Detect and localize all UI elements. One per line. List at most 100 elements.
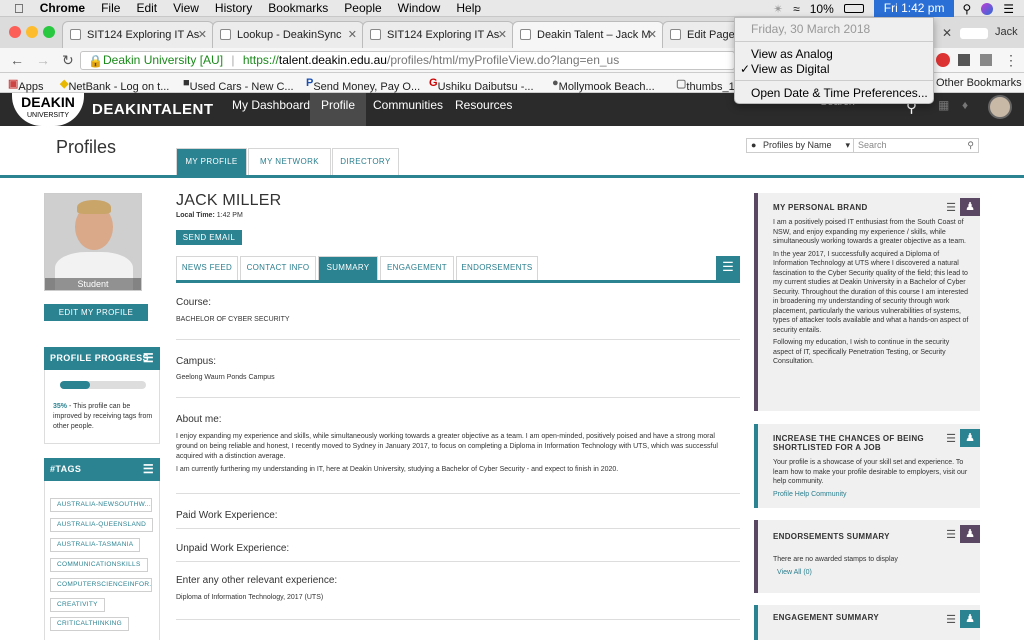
menu-item-digital[interactable]: View as Digital bbox=[751, 62, 829, 76]
tag-item[interactable]: CREATIVITY bbox=[50, 598, 105, 612]
user-avatar[interactable] bbox=[988, 95, 1012, 119]
close-window-icon[interactable] bbox=[9, 26, 21, 38]
menu-item-analog[interactable]: View as Analog bbox=[751, 47, 833, 61]
menu-history[interactable]: History bbox=[215, 1, 252, 15]
menu-view[interactable]: View bbox=[173, 1, 199, 15]
person-icon[interactable]: ♟ bbox=[960, 429, 980, 447]
send-email-button[interactable]: SEND EMAIL bbox=[176, 230, 242, 245]
bookmark-item[interactable]: ▢ thumbs_1 bbox=[676, 77, 735, 93]
tab-my-profile[interactable]: MY PROFILE bbox=[176, 148, 247, 176]
bluetooth-icon[interactable]: ✴ bbox=[773, 2, 783, 16]
nav-communities[interactable]: Communities bbox=[362, 93, 454, 126]
menubar-clock[interactable]: Fri 1:42 pm bbox=[873, 0, 955, 17]
menu-item-preferences[interactable]: Open Date & Time Preferences... bbox=[751, 86, 928, 100]
menu-icon[interactable]: ☰ bbox=[946, 201, 956, 214]
tab-summary[interactable]: SUMMARY bbox=[318, 256, 378, 280]
browser-profile-name[interactable]: Jack bbox=[995, 26, 1018, 38]
nav-my-dashboard[interactable]: My Dashboard bbox=[221, 93, 321, 126]
tag-item[interactable]: CRITICALTHINKING bbox=[50, 617, 129, 631]
maximize-window-icon[interactable] bbox=[43, 26, 55, 38]
person-icon[interactable]: ♟ bbox=[960, 525, 980, 543]
menu-icon[interactable]: ☰ bbox=[143, 458, 154, 481]
menu-help[interactable]: Help bbox=[456, 1, 481, 15]
browser-tab[interactable]: SIT124 Exploring IT As ✕ bbox=[62, 21, 214, 48]
person-icon[interactable]: ♟ bbox=[960, 198, 980, 216]
tab-news-feed[interactable]: NEWS FEED bbox=[176, 256, 238, 280]
tab-close-icon[interactable]: ✕ bbox=[198, 28, 207, 41]
siri-icon[interactable] bbox=[981, 2, 994, 15]
tab-close-icon[interactable]: ✕ bbox=[348, 28, 357, 41]
edit-profile-button[interactable]: EDIT MY PROFILE bbox=[44, 304, 148, 321]
browser-tab[interactable]: Lookup - DeakinSync ✕ bbox=[212, 21, 364, 48]
tag-item[interactable]: COMMUNICATIONSKILLS bbox=[50, 558, 148, 572]
endorsements-card: ENDORSEMENTS SUMMARY ☰ ♟ There are no aw… bbox=[754, 520, 980, 593]
bookmark-item[interactable]: ◆ NetBank - Log on t... bbox=[60, 77, 169, 93]
menu-file[interactable]: File bbox=[101, 1, 120, 15]
bell-icon[interactable]: ♦ bbox=[962, 98, 968, 112]
tab-close-icon[interactable]: ✕ bbox=[648, 28, 657, 41]
tag-item[interactable]: COMPUTERSCIENCEINFOR... bbox=[50, 578, 152, 592]
menu-window[interactable]: Window bbox=[398, 1, 441, 15]
hair-shape bbox=[77, 200, 111, 214]
profile-help-community-link[interactable]: Profile Help Community bbox=[773, 491, 847, 498]
tag-item[interactable]: AUSTRALIA-QUEENSLAND bbox=[50, 518, 154, 532]
tab-my-network[interactable]: MY NETWORK bbox=[248, 148, 331, 176]
more-menu-icon[interactable]: ⋮ bbox=[1004, 52, 1018, 69]
menu-app-name[interactable]: Chrome bbox=[40, 1, 85, 15]
address-bar[interactable]: 🔒 Deakin University [AU] | https://talen… bbox=[80, 51, 735, 70]
person-icon[interactable]: ♟ bbox=[960, 610, 980, 628]
browser-tab[interactable]: SIT124 Exploring IT As ✕ bbox=[362, 21, 514, 48]
browser-tab-active[interactable]: Deakin Talent – Jack M ✕ bbox=[512, 21, 664, 48]
bookmark-item[interactable]: ● Mollymook Beach... bbox=[552, 77, 655, 93]
back-icon[interactable]: ← bbox=[10, 52, 24, 68]
profile-search-input[interactable]: Search ⚲ bbox=[853, 138, 979, 153]
menu-icon[interactable]: ☰ bbox=[946, 613, 956, 626]
apps-grid-icon[interactable]: ▦ bbox=[938, 98, 949, 112]
menu-icon[interactable]: ☰ bbox=[716, 256, 740, 280]
extension-icon[interactable] bbox=[958, 54, 970, 66]
menu-icon[interactable]: ☰ bbox=[946, 432, 956, 445]
menu-bookmarks[interactable]: Bookmarks bbox=[268, 1, 328, 15]
bookmark-other[interactable]: Other Bookmarks bbox=[936, 77, 1022, 89]
menu-edit[interactable]: Edit bbox=[136, 1, 157, 15]
about-heading: About me: bbox=[176, 414, 222, 425]
notification-center-icon[interactable]: ☰ bbox=[1003, 2, 1014, 16]
progress-bar bbox=[60, 381, 91, 389]
menu-people[interactable]: People bbox=[344, 1, 381, 15]
site-brand[interactable]: DEAKINTALENT bbox=[92, 101, 214, 118]
tab-close-icon[interactable]: ✕ bbox=[498, 28, 507, 41]
tab-directory[interactable]: DIRECTORY bbox=[332, 148, 399, 176]
tag-item[interactable]: AUSTRALIA-NEWSOUTHW... bbox=[50, 498, 152, 512]
browser-tab[interactable]: Edit Page bbox=[662, 21, 742, 48]
tab-close-icon[interactable]: ✕ bbox=[942, 26, 952, 40]
minimize-window-icon[interactable] bbox=[26, 26, 38, 38]
tab-endorsements[interactable]: ENDORSEMENTS bbox=[456, 256, 538, 280]
extension-icon[interactable] bbox=[936, 53, 950, 67]
bookmark-item[interactable]: ■ Used Cars - New C... bbox=[183, 77, 294, 93]
battery-percent[interactable]: 10% bbox=[810, 2, 834, 16]
apple-icon[interactable]:  bbox=[14, 1, 24, 16]
nav-resources[interactable]: Resources bbox=[444, 93, 523, 126]
battery-icon[interactable] bbox=[843, 4, 864, 13]
forward-icon[interactable]: → bbox=[36, 52, 50, 68]
bookmark-item[interactable]: P Send Money, Pay O... bbox=[306, 77, 420, 93]
nav-profile[interactable]: Profile bbox=[310, 93, 367, 126]
tab-contact-info[interactable]: CONTACT INFO bbox=[240, 256, 316, 280]
panel-title: #TAGS bbox=[50, 464, 82, 474]
deakin-logo[interactable]: DEAKIN UNIVERSITY bbox=[12, 93, 84, 126]
view-all-link[interactable]: View All (0) bbox=[777, 569, 812, 576]
wifi-icon[interactable]: ≈ bbox=[793, 2, 800, 16]
bookmark-apps[interactable]: ▣ Apps bbox=[8, 77, 43, 93]
profiles-by-select[interactable]: ● Profiles by Name ▾ bbox=[746, 138, 854, 153]
menu-icon[interactable]: ☰ bbox=[946, 528, 956, 541]
tag-item[interactable]: AUSTRALIA-TASMANIA bbox=[50, 538, 141, 552]
reload-icon[interactable]: ↻ bbox=[62, 52, 74, 69]
security-chip[interactable]: Deakin University [AU] bbox=[103, 53, 223, 67]
search-icon[interactable]: ⚲ bbox=[967, 139, 974, 152]
profile-avatar-icon[interactable] bbox=[960, 28, 988, 39]
tab-engagement[interactable]: ENGAGEMENT bbox=[380, 256, 454, 280]
bookmark-item[interactable]: G Ushiku Daibutsu -... bbox=[429, 77, 534, 93]
extension-icon[interactable] bbox=[980, 54, 992, 66]
menu-icon[interactable]: ☰ bbox=[143, 347, 154, 370]
spotlight-icon[interactable]: ⚲ bbox=[962, 2, 971, 16]
